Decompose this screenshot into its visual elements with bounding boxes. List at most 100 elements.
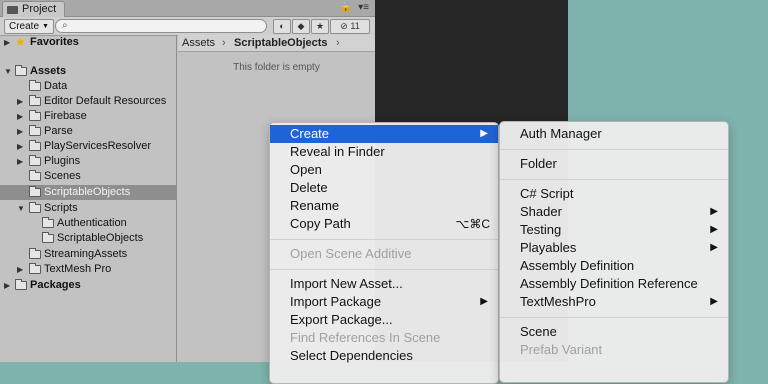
submenu-item-assembly-definition-reference[interactable]: Assembly Definition Reference [500,275,728,293]
folder-icon [29,202,41,213]
tree-item-textmesh-pro[interactable]: ▶ TextMesh Pro [0,262,176,277]
expand-arrow-icon[interactable]: ▶ [17,109,23,124]
folder-icon [29,155,41,166]
menu-item-import-new-asset[interactable]: Import New Asset... [270,275,498,293]
expand-arrow-icon[interactable]: ▶ [17,139,23,154]
menu-item-delete[interactable]: Delete [270,179,498,197]
expand-arrow-icon[interactable]: ▶ [17,262,23,277]
folder-icon [15,279,27,290]
tree-item-playservicesresolver[interactable]: ▶ PlayServicesResolver [0,139,176,154]
submenu-arrow-icon: ▶ [710,242,718,253]
search-input[interactable]: ⌕ [55,19,267,33]
submenu-item-prefab-variant: Prefab Variant [520,342,603,357]
folder-icon [15,65,27,76]
star-icon: ★ [15,35,26,49]
expand-arrow-icon[interactable]: ▶ [4,35,10,50]
hidden-count: 11 [350,21,360,31]
folder-icon [29,80,41,91]
expand-arrow-icon[interactable]: ▶ [4,278,10,293]
submenu-item-scene[interactable]: Scene [500,323,728,341]
create-submenu: Auth Manager Folder C# Script Shader ▶ T… [499,121,729,383]
submenu-item-auth-manager[interactable]: Auth Manager [500,125,728,143]
folder-tree: ▶ ★ Favorites ▼ Assets Data ▶ Editor Def… [0,35,176,362]
panel-titlebar: Project 🔒 ▾≡ [0,0,375,17]
expand-arrow-icon[interactable]: ▶ [17,154,23,169]
collapse-arrow-icon[interactable]: ▼ [4,64,12,79]
panel-splitter[interactable] [176,35,177,362]
create-dropdown-button[interactable]: Create ▼ [4,19,54,34]
tree-item-favorites[interactable]: ▶ ★ Favorites [0,35,176,50]
menu-item-find-references: Find References In Scene [290,330,441,345]
tree-item-authentication[interactable]: Authentication [0,216,176,231]
breadcrumb-current[interactable]: ScriptableObjects [234,35,328,51]
tree-item-streamingassets[interactable]: StreamingAssets [0,247,176,262]
breadcrumb: Assets › ScriptableObjects › [178,35,375,52]
menu-item-copy-path[interactable]: Copy Path ⌥⌘C [270,215,498,233]
folder-icon [29,186,41,197]
context-menu: Create ▶ Reveal in Finder Open Delete Re… [269,122,499,384]
tree-item-parse[interactable]: ▶ Parse [0,124,176,139]
submenu-item-shader[interactable]: Shader ▶ [500,203,728,221]
panel-menu-icon[interactable]: ▾≡ [358,1,369,15]
folder-icon [29,170,41,181]
breadcrumb-assets[interactable]: Assets [182,35,215,51]
submenu-item-textmeshpro[interactable]: TextMeshPro ▶ [500,293,728,311]
hidden-packages-toggle[interactable]: ⊘ 11 [330,19,370,34]
submenu-arrow-icon: ▶ [710,206,718,217]
tree-item-scripts-scriptableobjects[interactable]: ScriptableObjects [0,231,176,246]
filter-by-label-button[interactable]: ◆ [292,19,310,34]
folder-icon [29,95,41,106]
collapse-arrow-icon[interactable]: ▼ [17,201,25,216]
submenu-item-csharp-script[interactable]: C# Script [500,185,728,203]
folder-icon [29,263,41,274]
folder-icon [29,125,41,136]
create-label: Create [9,21,40,32]
menu-separator [500,179,728,180]
search-icon: ⌕ [62,20,68,31]
menu-separator [500,149,728,150]
expand-arrow-icon[interactable]: ▶ [17,124,23,139]
chevron-down-icon: ▼ [42,23,49,30]
tab-label: Project [22,3,57,15]
panel-controls: 🔒 ▾≡ [340,1,369,15]
shortcut-label: ⌥⌘C [455,217,491,231]
tab-project[interactable]: Project [2,1,66,17]
menu-item-export-package[interactable]: Export Package... [270,311,498,329]
tree-item-data[interactable]: Data [0,79,176,94]
lock-icon[interactable]: 🔒 [340,1,352,15]
submenu-item-assembly-definition[interactable]: Assembly Definition [500,257,728,275]
project-toolbar: Create ▼ ⌕ ◐ ◆ ★ ⊘ 11 [0,17,375,36]
submenu-item-folder[interactable]: Folder [500,155,728,173]
menu-item-open-scene-additive: Open Scene Additive [290,246,412,261]
submenu-arrow-icon: ▶ [710,296,718,307]
menu-item-import-package[interactable]: Import Package ▶ [270,293,498,311]
submenu-item-testing[interactable]: Testing ▶ [500,221,728,239]
menu-item-reveal-in-finder[interactable]: Reveal in Finder [270,143,498,161]
tree-item-scriptableobjects-selected[interactable]: ScriptableObjects [0,185,176,200]
filter-by-type-button[interactable]: ◐ [273,19,291,34]
tree-item-editor-default-resources[interactable]: ▶ Editor Default Resources [0,94,176,109]
chevron-right-icon: › [222,37,226,49]
tree-item-plugins[interactable]: ▶ Plugins [0,154,176,169]
menu-separator [270,239,498,240]
folder-icon [42,217,54,228]
tree-item-firebase[interactable]: ▶ Firebase [0,109,176,124]
menu-item-select-dependencies[interactable]: Select Dependencies [270,347,498,365]
tree-item-packages[interactable]: ▶ Packages [0,278,176,293]
submenu-item-playables[interactable]: Playables ▶ [500,239,728,257]
submenu-arrow-icon: ▶ [710,224,718,235]
menu-item-create[interactable]: Create ▶ [270,125,498,143]
tag-icon: ◆ [297,21,305,31]
star-icon: ★ [315,21,325,31]
chevron-right-icon: › [336,37,340,49]
submenu-arrow-icon: ▶ [480,128,488,139]
menu-item-rename[interactable]: Rename [270,197,498,215]
favorites-button[interactable]: ★ [311,19,329,34]
empty-folder-message: This folder is empty [233,62,320,73]
tree-item-assets[interactable]: ▼ Assets [0,64,176,79]
folder-icon [29,110,41,121]
tree-item-scenes[interactable]: Scenes [0,169,176,184]
expand-arrow-icon[interactable]: ▶ [17,94,23,109]
menu-item-open[interactable]: Open [270,161,498,179]
tree-item-scripts[interactable]: ▼ Scripts [0,201,176,216]
